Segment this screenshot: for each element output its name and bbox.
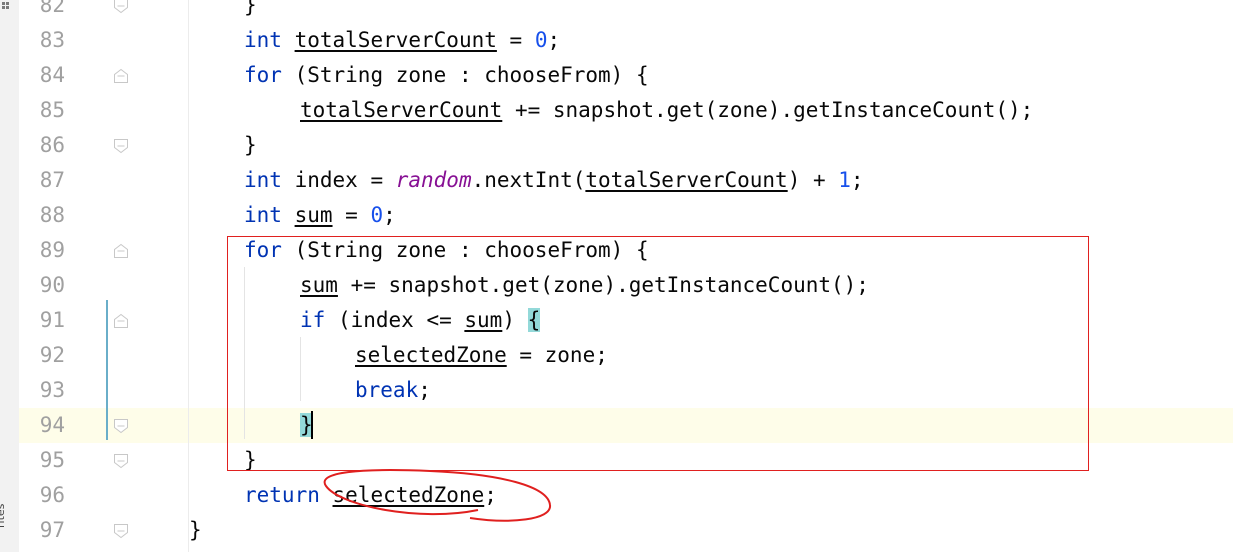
line-number: 83 [39, 28, 65, 52]
code-line: 84 for (String zone : chooseFrom) { [0, 58, 1233, 93]
fold-end-icon[interactable] [113, 0, 129, 14]
code-text: return selectedZone; [244, 483, 497, 507]
code-text: int sum = 0; [244, 203, 396, 227]
code-text: } [244, 0, 257, 17]
fold-end-icon[interactable] [113, 138, 129, 154]
line-number: 91 [39, 308, 65, 332]
line-number: 94 [39, 413, 65, 437]
code-text: int totalServerCount = 0; [244, 28, 561, 52]
line-number: 87 [39, 168, 65, 192]
line-number: 90 [39, 273, 65, 297]
code-text: } [244, 133, 257, 157]
code-text: } [189, 518, 202, 542]
fold-end-icon[interactable] [113, 418, 129, 434]
line-number: 84 [39, 63, 65, 87]
line-number: 85 [39, 98, 65, 122]
line-number: 89 [39, 238, 65, 262]
code-line: 86 } [0, 128, 1233, 163]
line-number: 88 [39, 203, 65, 227]
line-number: 96 [39, 483, 65, 507]
line-number: 86 [39, 133, 65, 157]
code-line: 82 } [0, 0, 1233, 23]
line-number: 92 [39, 343, 65, 367]
fold-start-icon[interactable] [113, 313, 129, 329]
line-number: 82 [39, 0, 65, 17]
fold-start-icon[interactable] [113, 243, 129, 259]
code-line: 87 int index = random.nextInt(totalServe… [0, 163, 1233, 198]
code-line: 96 return selectedZone; [0, 478, 1233, 513]
code-text: int index = random.nextInt(totalServerCo… [244, 168, 864, 192]
line-number: 93 [39, 378, 65, 402]
fold-end-icon[interactable] [113, 523, 129, 539]
code-text: totalServerCount += snapshot.get(zone).g… [300, 98, 1034, 122]
annotation-rectangle [227, 236, 1089, 471]
code-line: 97 } [0, 513, 1233, 548]
fold-end-icon[interactable] [113, 453, 129, 469]
code-line: 88 int sum = 0; [0, 198, 1233, 233]
code-text: for (String zone : chooseFrom) { [244, 63, 649, 87]
line-number: 95 [39, 448, 65, 472]
line-number: 97 [39, 518, 65, 542]
fold-start-icon[interactable] [113, 68, 129, 84]
code-line: 83 int totalServerCount = 0; [0, 23, 1233, 58]
code-line: 85 totalServerCount += snapshot.get(zone… [0, 93, 1233, 128]
